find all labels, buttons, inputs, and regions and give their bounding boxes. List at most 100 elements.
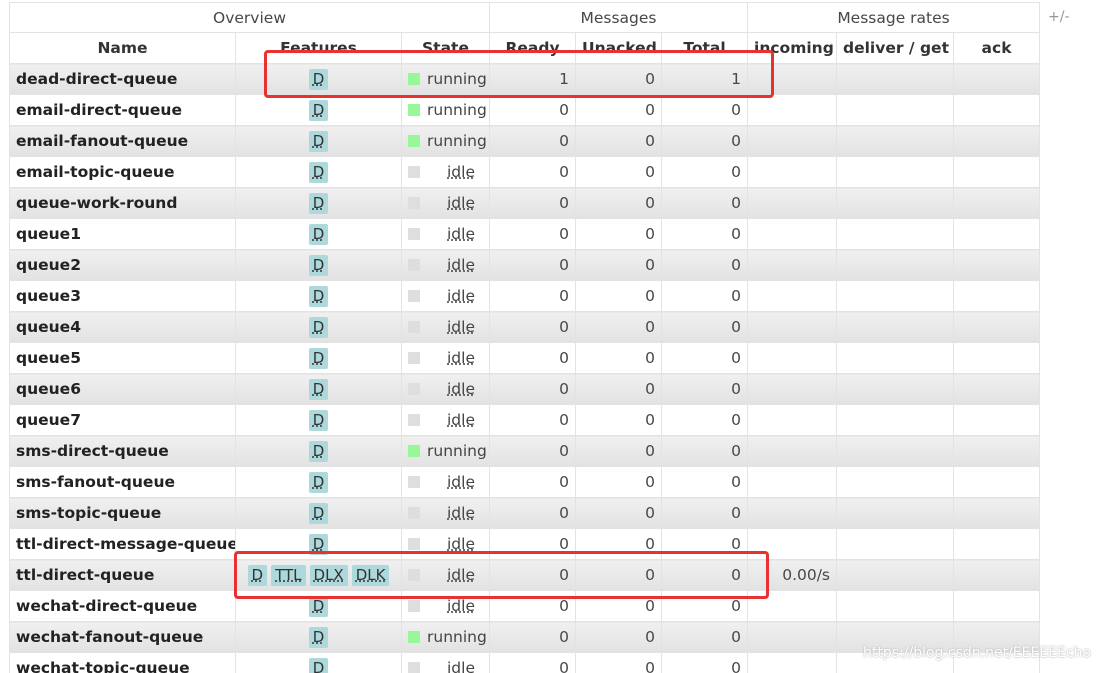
features-cell: D — [235, 342, 402, 374]
table-row[interactable]: queue7 Didle 0 0 0 — [9, 404, 1041, 436]
queue-name-link[interactable]: email-direct-queue — [9, 94, 236, 126]
table-row[interactable]: ttl-direct-queue D TTL DLX DLK idle 0 0 0 0.00/s — [9, 559, 1041, 591]
unacked-count: 0 — [575, 94, 663, 126]
deliver-get-rate — [836, 342, 955, 374]
table-row[interactable]: ttl-direct-message-queue Didle 0 0 0 — [9, 528, 1041, 560]
table-row[interactable]: queue4 Didle 0 0 0 — [9, 311, 1041, 343]
ack-rate — [953, 280, 1041, 312]
state-cell: idle — [400, 373, 491, 405]
total-count: 0 — [661, 218, 749, 250]
features-cell: D — [235, 187, 402, 219]
queue-name-link[interactable]: dead-direct-queue — [9, 63, 236, 95]
queue-name-link[interactable]: sms-fanout-queue — [9, 466, 236, 498]
table-row[interactable]: dead-direct-queue Drunning 1 0 1 — [9, 63, 1041, 95]
state-text: idle — [447, 318, 475, 336]
deliver-get-rate — [836, 125, 955, 157]
feature-tag: D — [308, 99, 329, 121]
state-text: idle — [447, 535, 475, 553]
incoming-rate — [747, 249, 838, 281]
state-cell: idle — [400, 187, 491, 219]
ack-rate — [953, 63, 1041, 95]
deliver-get-rate — [836, 404, 955, 436]
queues-page: Overview Messages Message rates Name Fea… — [0, 0, 1101, 673]
total-count: 0 — [661, 373, 749, 405]
col-header-name[interactable]: Name — [9, 32, 236, 64]
col-header-deliver-get[interactable]: deliver / get — [836, 32, 955, 64]
col-header-ready[interactable]: Ready — [489, 32, 577, 64]
total-count: 1 — [661, 63, 749, 95]
table-row[interactable]: queue1 Didle 0 0 0 — [9, 218, 1041, 250]
col-header-unacked[interactable]: Unacked — [575, 32, 663, 64]
watermark: https://blog.csdn.net/EEEEEEcho — [863, 645, 1091, 661]
features-cell: D — [235, 621, 402, 653]
table-row[interactable]: sms-direct-queue Drunning 0 0 0 — [9, 435, 1041, 467]
queue-name-link[interactable]: queue5 — [9, 342, 236, 374]
queue-name-link[interactable]: email-topic-queue — [9, 156, 236, 188]
queue-name-link[interactable]: queue6 — [9, 373, 236, 405]
state-indicator-icon — [408, 135, 420, 147]
ready-count: 0 — [489, 559, 577, 591]
deliver-get-rate — [836, 94, 955, 126]
total-count: 0 — [661, 404, 749, 436]
incoming-rate — [747, 497, 838, 529]
ready-count: 0 — [489, 342, 577, 374]
deliver-get-rate — [836, 528, 955, 560]
table-row[interactable]: queue-work-round Didle 0 0 0 — [9, 187, 1041, 219]
queue-name-link[interactable]: queue-work-round — [9, 187, 236, 219]
queue-name-link[interactable]: wechat-topic-queue — [9, 652, 236, 673]
queue-name-link[interactable]: ttl-direct-queue — [9, 559, 236, 591]
state-text: idle — [447, 659, 475, 673]
table-row[interactable]: wechat-direct-queue Didle 0 0 0 — [9, 590, 1041, 622]
queue-name-link[interactable]: ttl-direct-message-queue — [9, 528, 236, 560]
queue-name-link[interactable]: sms-direct-queue — [9, 435, 236, 467]
table-row[interactable]: queue5 Didle 0 0 0 — [9, 342, 1041, 374]
features-cell: D — [235, 528, 402, 560]
table-row[interactable]: email-fanout-queue Drunning 0 0 0 — [9, 125, 1041, 157]
incoming-rate — [747, 63, 838, 95]
queue-name-link[interactable]: wechat-direct-queue — [9, 590, 236, 622]
state-text: idle — [447, 287, 475, 305]
table-row[interactable]: email-direct-queue Drunning 0 0 0 — [9, 94, 1041, 126]
queue-name-link[interactable]: queue2 — [9, 249, 236, 281]
feature-tag: D — [308, 192, 329, 214]
state-cell: idle — [400, 156, 491, 188]
unacked-count: 0 — [575, 621, 663, 653]
ack-rate — [953, 466, 1041, 498]
unacked-count: 0 — [575, 187, 663, 219]
table-row[interactable]: queue2 Didle 0 0 0 — [9, 249, 1041, 281]
table-row[interactable]: sms-fanout-queue Didle 0 0 0 — [9, 466, 1041, 498]
col-header-state[interactable]: State — [400, 32, 491, 64]
queue-name-link[interactable]: queue7 — [9, 404, 236, 436]
unacked-count: 0 — [575, 311, 663, 343]
queue-name-link[interactable]: email-fanout-queue — [9, 125, 236, 157]
queue-name-link[interactable]: sms-topic-queue — [9, 497, 236, 529]
feature-tag: DLK — [351, 564, 390, 586]
queue-name-link[interactable]: wechat-fanout-queue — [9, 621, 236, 653]
table-row[interactable]: queue3 Didle 0 0 0 — [9, 280, 1041, 312]
state-indicator-icon — [408, 476, 420, 488]
deliver-get-rate — [836, 187, 955, 219]
table-row[interactable]: sms-topic-queue Didle 0 0 0 — [9, 497, 1041, 529]
ack-rate — [953, 373, 1041, 405]
features-cell: D — [235, 280, 402, 312]
state-indicator-icon — [408, 569, 420, 581]
state-cell: idle — [400, 590, 491, 622]
ack-rate — [953, 218, 1041, 250]
table-row[interactable]: email-topic-queue Didle 0 0 0 — [9, 156, 1041, 188]
feature-tag: TTL — [271, 564, 306, 586]
deliver-get-rate — [836, 63, 955, 95]
features-cell: D — [235, 311, 402, 343]
col-header-incoming[interactable]: incoming — [747, 32, 838, 64]
state-cell: idle — [400, 497, 491, 529]
columns-toggle[interactable]: +/- — [1048, 9, 1070, 25]
queue-name-link[interactable]: queue1 — [9, 218, 236, 250]
table-row[interactable]: queue6 Didle 0 0 0 — [9, 373, 1041, 405]
col-header-total[interactable]: Total — [661, 32, 749, 64]
queue-name-link[interactable]: queue4 — [9, 311, 236, 343]
incoming-rate — [747, 94, 838, 126]
col-header-ack[interactable]: ack — [953, 32, 1041, 64]
ack-rate — [953, 156, 1041, 188]
queue-name-link[interactable]: queue3 — [9, 280, 236, 312]
ready-count: 0 — [489, 156, 577, 188]
state-indicator-icon — [408, 104, 420, 116]
